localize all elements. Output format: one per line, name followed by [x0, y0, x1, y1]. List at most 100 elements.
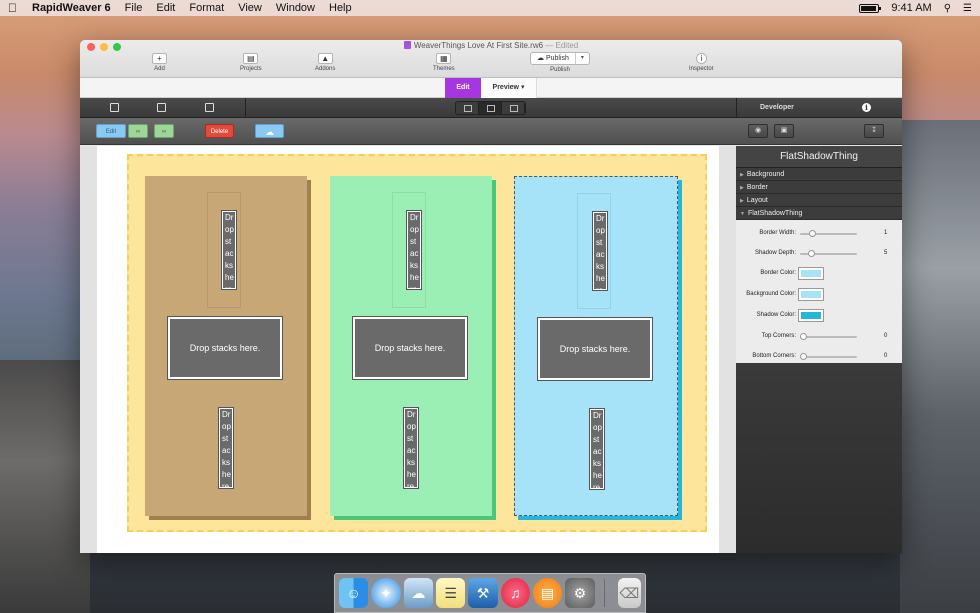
inspector-panel: FlatShadowThing ▶ Background ▶ Border ▶ Lay…: [736, 146, 902, 553]
drop-stack-slim-top[interactable]: Drop stacks here: [593, 212, 607, 290]
section-background[interactable]: ▶ Background: [736, 168, 902, 181]
delete-button[interactable]: Delete: [205, 124, 234, 138]
menu-clock[interactable]: 9:41 AM: [891, 2, 931, 14]
stacks-library-icon[interactable]: [110, 103, 119, 112]
itunes-icon[interactable]: ♫: [500, 578, 530, 608]
drop-stack-slim-bottom[interactable]: Drop stacks here: [404, 408, 418, 488]
notes-icon[interactable]: ☰: [435, 578, 466, 608]
background-color-well[interactable]: [798, 288, 824, 301]
inspector-button[interactable]: i Inspector: [689, 53, 714, 72]
divider: [736, 98, 737, 118]
projects-button[interactable]: ▤ Projects: [240, 53, 262, 72]
media-icon[interactable]: [205, 103, 214, 112]
lock-icon[interactable]: ▣: [774, 124, 794, 138]
cloud-icon[interactable]: ☁: [255, 124, 284, 138]
export-icon[interactable]: ↧: [864, 124, 884, 138]
drop-stack-slim-bottom[interactable]: Drop stacks here: [590, 409, 604, 489]
view-narrow-button[interactable]: [502, 102, 525, 114]
slider-knob[interactable]: [807, 250, 815, 257]
inspector-label: Inspector: [689, 66, 714, 72]
spotlight-icon[interactable]: ⚲: [944, 3, 951, 14]
flatshadow-column-blue-selected[interactable]: Drop stacks here Drop stacks here. Drop …: [514, 176, 678, 516]
unlink-icon[interactable]: ∞: [154, 124, 174, 138]
flatshadow-column-tan[interactable]: Drop stacks here Drop stacks here. Drop …: [145, 176, 307, 516]
themes-button[interactable]: ▦ Themes: [433, 53, 455, 72]
dock-divider: [603, 579, 605, 607]
menu-help[interactable]: Help: [329, 2, 352, 14]
menu-file[interactable]: File: [125, 2, 143, 14]
section-label: Layout: [746, 197, 768, 204]
drop-stack-slim-top[interactable]: Drop stacks here: [407, 211, 421, 289]
publish-button[interactable]: ☁ Publish ▾: [530, 52, 590, 65]
info-icon[interactable]: i: [862, 103, 871, 112]
eye-icon[interactable]: ◉: [748, 124, 768, 138]
bottom-corners-slider[interactable]: [800, 353, 857, 360]
prop-label: Border Color:: [760, 270, 796, 276]
trash-icon[interactable]: ⌫: [617, 578, 642, 608]
section-flatshadowthing[interactable]: ▼ FlatShadowThing: [736, 207, 902, 220]
disclosure-right-icon: ▶: [740, 185, 744, 191]
flatshadow-column-green[interactable]: Drop stacks here Drop stacks here. Drop …: [330, 176, 492, 516]
xcode-icon[interactable]: ⚒: [468, 578, 498, 608]
chevron-down-icon[interactable]: ▾: [576, 53, 589, 64]
menu-app-name[interactable]: RapidWeaver 6: [32, 2, 111, 14]
shadow-depth-slider[interactable]: [800, 250, 857, 257]
publish-group: ☁ Publish ▾ Publish: [530, 52, 590, 73]
disclosure-down-icon: ▼: [740, 211, 745, 217]
drop-stack-slim-bottom[interactable]: Drop stacks here: [219, 408, 233, 488]
flatshadow-properties: Border Width: 1 Shadow Depth: 5 Border C…: [736, 220, 902, 373]
prop-border-color: Border Color:: [736, 264, 902, 285]
prop-value: 0: [884, 333, 888, 339]
drop-stack-box[interactable]: Drop stacks here.: [168, 317, 282, 379]
ibooks-icon[interactable]: ▤: [532, 578, 563, 608]
disclosure-right-icon: ▶: [740, 172, 744, 178]
menu-edit[interactable]: Edit: [156, 2, 175, 14]
apple-icon[interactable]: : [8, 1, 26, 15]
tab-preview[interactable]: Preview ▾: [481, 78, 537, 98]
prop-value: 1: [884, 230, 888, 236]
desktop-rock-left: [0, 360, 90, 613]
themes-icon: ▦: [436, 53, 452, 64]
slider-knob[interactable]: [800, 353, 807, 360]
addons-button[interactable]: ▲ Addons: [315, 53, 335, 72]
notification-center-icon[interactable]: ☰: [963, 3, 972, 14]
drop-stack-slim-top[interactable]: Drop stacks here: [222, 211, 236, 289]
section-border[interactable]: ▶ Border: [736, 181, 902, 194]
publish-button-label[interactable]: ☁ Publish: [531, 53, 576, 64]
menu-format[interactable]: Format: [189, 2, 224, 14]
drop-stack-box[interactable]: Drop stacks here.: [353, 317, 467, 379]
edit-canvas[interactable]: Drop stacks here Drop stacks here. Drop …: [80, 146, 736, 553]
prop-label: Shadow Depth:: [754, 250, 796, 256]
finder-icon[interactable]: ☺: [339, 578, 369, 608]
snippets-icon[interactable]: [157, 103, 166, 112]
flatshadow-stack-container[interactable]: Drop stacks here Drop stacks here. Drop …: [127, 154, 707, 532]
border-color-well[interactable]: [798, 267, 824, 280]
prop-shadow-depth: Shadow Depth: 5: [736, 244, 902, 264]
border-width-slider[interactable]: [800, 230, 857, 237]
drop-stack-box[interactable]: Drop stacks here.: [538, 318, 652, 380]
prop-background-color: Background Color:: [736, 285, 902, 306]
shadow-color-well[interactable]: [798, 309, 824, 322]
publish-text: Publish: [545, 55, 569, 62]
prop-shadow-color: Shadow Color:: [736, 306, 902, 327]
link-icon[interactable]: ∞: [128, 124, 148, 138]
section-layout[interactable]: ▶ Layout: [736, 194, 902, 207]
slider-knob[interactable]: [808, 230, 816, 237]
tab-edit[interactable]: Edit: [445, 78, 481, 98]
view-wide-button[interactable]: [456, 102, 479, 114]
add-button[interactable]: + Add: [152, 53, 167, 72]
top-corners-slider[interactable]: [800, 333, 857, 340]
menu-view[interactable]: View: [238, 2, 262, 14]
system-preferences-icon[interactable]: ⚙: [565, 578, 595, 608]
menu-window[interactable]: Window: [276, 2, 315, 14]
edit-stack-button[interactable]: Edit: [96, 124, 126, 138]
preview-icon[interactable]: ☁: [403, 578, 433, 608]
desktop-rock-right: [900, 120, 980, 613]
safari-icon[interactable]: ✦: [371, 578, 401, 608]
slider-knob[interactable]: [800, 333, 807, 340]
prop-value: 0: [884, 353, 888, 359]
prop-top-corners: Top Corners: 0: [736, 327, 902, 347]
page-area: Drop stacks here Drop stacks here. Drop …: [97, 146, 719, 553]
view-normal-button[interactable]: [479, 102, 502, 114]
battery-icon[interactable]: [859, 3, 882, 13]
